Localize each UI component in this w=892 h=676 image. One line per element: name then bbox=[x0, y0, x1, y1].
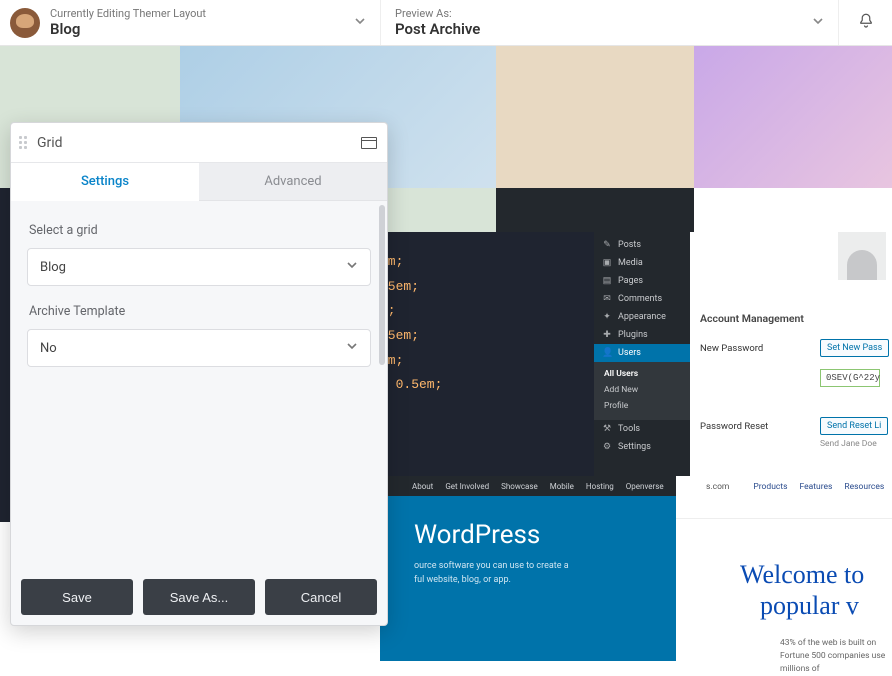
wp-admin-sidebar-tile: ✎Posts ▣Media ▤Pages ✉Comments ✦Appearan… bbox=[594, 232, 690, 476]
panel-body: Select a grid Blog Archive Template No bbox=[11, 201, 387, 569]
archive-template-dropdown[interactable]: No bbox=[27, 329, 371, 367]
send-reset-button: Send Reset Li bbox=[820, 417, 888, 435]
top-bar: Currently Editing Themer Layout Blog Pre… bbox=[0, 0, 892, 46]
drag-handle-icon[interactable] bbox=[19, 136, 29, 149]
tab-settings[interactable]: Settings bbox=[11, 163, 199, 201]
preview-canvas: em; .5em; m; .5em; em; , 0.5em; ✎Posts ▣… bbox=[0, 46, 892, 615]
chevron-down-icon bbox=[346, 259, 358, 275]
scrollbar[interactable] bbox=[379, 205, 385, 365]
generated-password-field: 0SEV(G^22y bbox=[820, 369, 880, 387]
maximize-icon[interactable] bbox=[361, 137, 377, 149]
editing-sub-label: Currently Editing Themer Layout bbox=[50, 7, 206, 20]
panel-footer: Save Save As... Cancel bbox=[11, 569, 387, 625]
editing-title: Blog bbox=[50, 20, 206, 38]
beaver-avatar-icon bbox=[10, 8, 40, 38]
wp-admin-users-active: 👤Users bbox=[594, 344, 690, 362]
wordpress-com-tile: s.com Products Features Resources Plans … bbox=[676, 476, 892, 615]
notifications-button[interactable] bbox=[838, 0, 892, 45]
chevron-down-icon bbox=[354, 15, 366, 31]
preview-labels: Preview As: Post Archive bbox=[395, 7, 480, 38]
bell-icon bbox=[857, 12, 875, 34]
chevron-down-icon bbox=[346, 340, 358, 356]
select-grid-value: Blog bbox=[40, 260, 66, 275]
grid-module-settings-panel: Grid Settings Advanced Select a grid Blo… bbox=[10, 122, 388, 626]
panel-tabs: Settings Advanced bbox=[11, 163, 387, 201]
user-avatar-icon bbox=[838, 232, 886, 280]
panel-title: Grid bbox=[37, 135, 361, 151]
preview-sub-label: Preview As: bbox=[395, 7, 480, 20]
archive-template-label: Archive Template bbox=[29, 304, 371, 319]
chevron-down-icon bbox=[812, 15, 824, 31]
layout-selector[interactable]: Currently Editing Themer Layout Blog bbox=[0, 0, 380, 45]
save-button[interactable]: Save bbox=[21, 579, 133, 615]
panel-header[interactable]: Grid bbox=[11, 123, 387, 163]
wordpress-org-tile: About Get Involved Showcase Mobile Hosti… bbox=[380, 476, 676, 661]
tab-advanced[interactable]: Advanced bbox=[199, 163, 387, 200]
layout-selector-labels: Currently Editing Themer Layout Blog bbox=[50, 7, 206, 38]
set-new-password-button: Set New Pass bbox=[820, 339, 889, 357]
select-grid-dropdown[interactable]: Blog bbox=[27, 248, 371, 286]
select-grid-label: Select a grid bbox=[29, 223, 371, 238]
save-as-button[interactable]: Save As... bbox=[143, 579, 255, 615]
cancel-button[interactable]: Cancel bbox=[265, 579, 377, 615]
account-management-tile: Account Management New Password Set New … bbox=[690, 232, 892, 476]
preview-title: Post Archive bbox=[395, 20, 480, 38]
preview-as-selector[interactable]: Preview As: Post Archive bbox=[380, 0, 838, 45]
archive-template-value: No bbox=[40, 341, 57, 356]
code-snippet-tile: em; .5em; m; .5em; em; , 0.5em; bbox=[380, 232, 594, 476]
